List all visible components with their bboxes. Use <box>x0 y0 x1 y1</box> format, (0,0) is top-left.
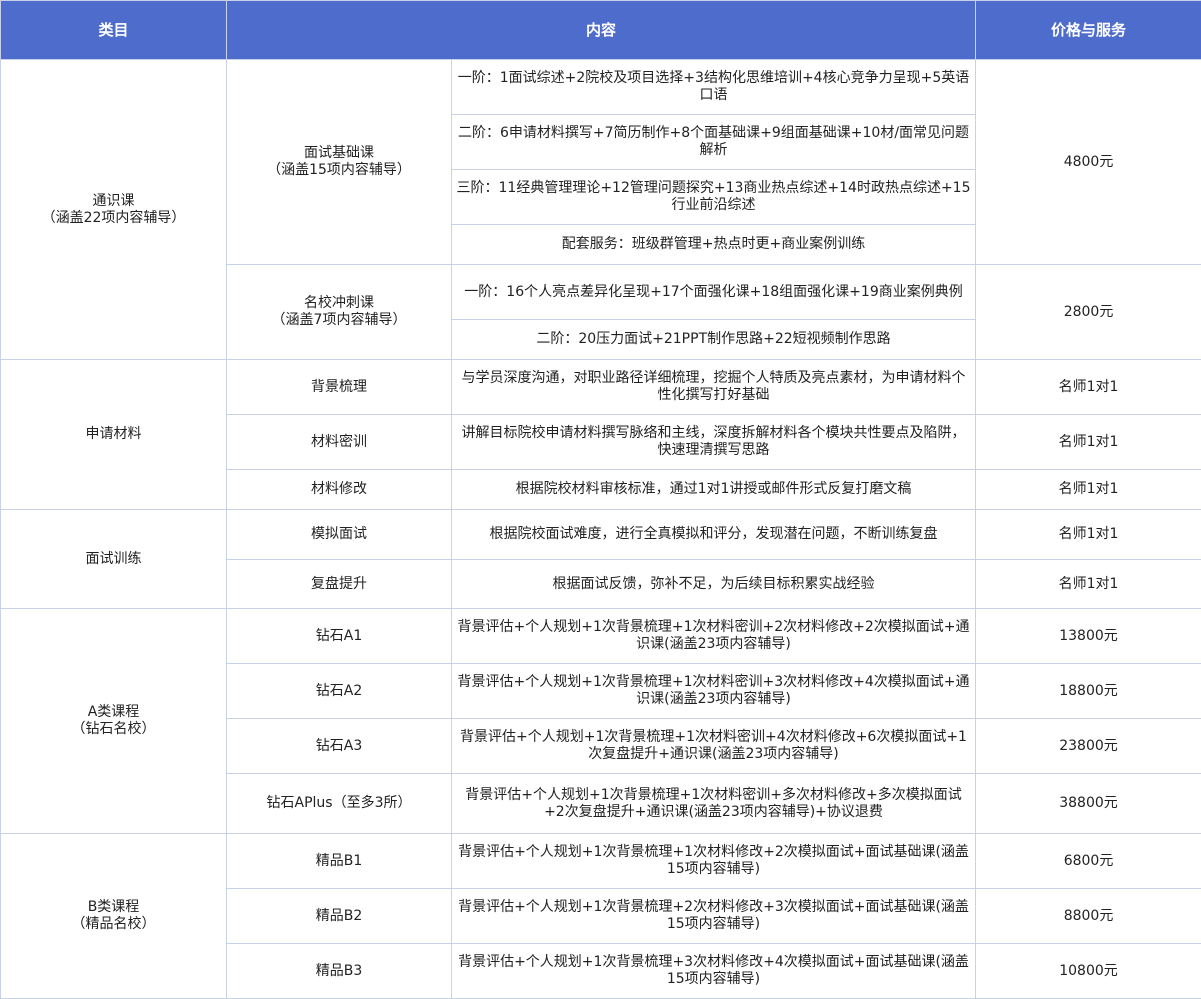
content-cell: 背景评估+个人规划+1次背景梳理+1次材料密训+4次材料修改+6次模拟面试+1次… <box>452 719 976 774</box>
content-cell: 一阶：16个人亮点差异化呈现+17个面强化课+18组面强化课+19商业案例典例 <box>452 265 976 320</box>
item-name: 钻石A1 <box>227 609 452 664</box>
content-cell: 背景评估+个人规划+1次背景梳理+2次材料修改+3次模拟面试+面试基础课(涵盖1… <box>452 889 976 944</box>
price-cell: 名师1对1 <box>976 360 1201 415</box>
pricing-table: 类目 内容 价格与服务 通识课 （涵盖22项内容辅导） 面试基础课 （涵盖15项… <box>0 0 1201 999</box>
category-interview: 面试训练 <box>1 510 227 609</box>
content-cell: 三阶：11经典管理理论+12管理问题探究+13商业热点综述+14时政热点综述+1… <box>452 170 976 225</box>
item-name: 精品B3 <box>227 944 452 999</box>
course-basic: 面试基础课 （涵盖15项内容辅导） <box>227 60 452 265</box>
content-cell: 二阶：20压力面试+21PPT制作思路+22短视频制作思路 <box>452 320 976 360</box>
price-cell: 38800元 <box>976 774 1201 834</box>
item-name: 精品B2 <box>227 889 452 944</box>
price-cell: 4800元 <box>976 60 1201 265</box>
category-class-b: B类课程 （精品名校） <box>1 834 227 999</box>
table-row: 通识课 （涵盖22项内容辅导） 面试基础课 （涵盖15项内容辅导） 一阶：1面试… <box>1 60 1201 115</box>
price-cell: 6800元 <box>976 834 1201 889</box>
item-name: 钻石A3 <box>227 719 452 774</box>
table-row: A类课程 （钻石名校） 钻石A1 背景评估+个人规划+1次背景梳理+1次材料密训… <box>1 609 1201 664</box>
price-cell: 18800元 <box>976 664 1201 719</box>
price-cell: 8800元 <box>976 889 1201 944</box>
content-cell: 背景评估+个人规划+1次背景梳理+1次材料密训+3次材料修改+4次模拟面试+通识… <box>452 664 976 719</box>
course-sprint: 名校冲刺课 （涵盖7项内容辅导） <box>227 265 452 360</box>
content-cell: 根据院校材料审核标准，通过1对1讲授或邮件形式反复打磨文稿 <box>452 470 976 510</box>
price-cell: 23800元 <box>976 719 1201 774</box>
header-row: 类目 内容 价格与服务 <box>1 1 1201 60</box>
header-category: 类目 <box>1 1 227 60</box>
content-cell: 根据面试反馈，弥补不足，为后续目标积累实战经验 <box>452 560 976 609</box>
item-name: 钻石A2 <box>227 664 452 719</box>
category-general: 通识课 （涵盖22项内容辅导） <box>1 60 227 360</box>
item-name: 模拟面试 <box>227 510 452 560</box>
header-price: 价格与服务 <box>976 1 1201 60</box>
category-materials: 申请材料 <box>1 360 227 510</box>
content-cell: 二阶：6申请材料撰写+7简历制作+8个面基础课+9组面基础课+10材/面常见问题… <box>452 115 976 170</box>
item-name: 复盘提升 <box>227 560 452 609</box>
category-class-a: A类课程 （钻石名校） <box>1 609 227 834</box>
content-cell: 背景评估+个人规划+1次背景梳理+1次材料密训+2次材料修改+2次模拟面试+通识… <box>452 609 976 664</box>
item-name: 精品B1 <box>227 834 452 889</box>
content-cell: 背景评估+个人规划+1次背景梳理+3次材料修改+4次模拟面试+面试基础课(涵盖1… <box>452 944 976 999</box>
item-name: 钻石APlus（至多3所） <box>227 774 452 834</box>
item-name: 材料密训 <box>227 415 452 470</box>
content-cell: 背景评估+个人规划+1次背景梳理+1次材料修改+2次模拟面试+面试基础课(涵盖1… <box>452 834 976 889</box>
header-content: 内容 <box>227 1 976 60</box>
content-cell: 讲解目标院校申请材料撰写脉络和主线，深度拆解材料各个模块共性要点及陷阱，快速理清… <box>452 415 976 470</box>
item-name: 背景梳理 <box>227 360 452 415</box>
price-cell: 10800元 <box>976 944 1201 999</box>
content-cell: 一阶：1面试综述+2院校及项目选择+3结构化思维培训+4核心竞争力呈现+5英语口… <box>452 60 976 115</box>
table-row: B类课程 （精品名校） 精品B1 背景评估+个人规划+1次背景梳理+1次材料修改… <box>1 834 1201 889</box>
price-cell: 名师1对1 <box>976 470 1201 510</box>
price-cell: 名师1对1 <box>976 415 1201 470</box>
content-cell: 根据院校面试难度，进行全真模拟和评分，发现潜在问题，不断训练复盘 <box>452 510 976 560</box>
content-cell: 背景评估+个人规划+1次背景梳理+1次材料密训+多次材料修改+多次模拟面试+2次… <box>452 774 976 834</box>
item-name: 材料修改 <box>227 470 452 510</box>
price-cell: 名师1对1 <box>976 560 1201 609</box>
content-cell: 与学员深度沟通，对职业路径详细梳理，挖掘个人特质及亮点素材，为申请材料个性化撰写… <box>452 360 976 415</box>
table-row: 申请材料 背景梳理 与学员深度沟通，对职业路径详细梳理，挖掘个人特质及亮点素材，… <box>1 360 1201 415</box>
price-cell: 2800元 <box>976 265 1201 360</box>
price-cell: 13800元 <box>976 609 1201 664</box>
price-cell: 名师1对1 <box>976 510 1201 560</box>
table-row: 面试训练 模拟面试 根据院校面试难度，进行全真模拟和评分，发现潜在问题，不断训练… <box>1 510 1201 560</box>
content-cell: 配套服务：班级群管理+热点时更+商业案例训练 <box>452 225 976 265</box>
